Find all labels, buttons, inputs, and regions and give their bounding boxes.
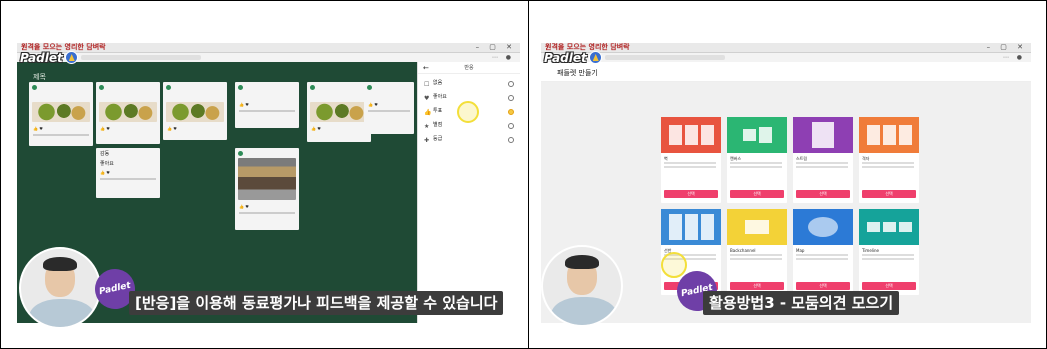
stream-format-icon xyxy=(793,117,853,153)
shelf-format-icon xyxy=(661,209,721,245)
presenter-avatar xyxy=(541,245,623,327)
select-button[interactable]: 선택 xyxy=(796,282,850,290)
radio-button[interactable] xyxy=(508,137,514,143)
format-tile-wall[interactable]: 벽 선택 xyxy=(661,117,721,203)
padlet-logo: Padlet xyxy=(544,51,602,65)
window-controls[interactable]: – ▢ ✕ xyxy=(987,43,1027,51)
avatar-dot-icon xyxy=(238,151,243,156)
timeline-format-icon xyxy=(859,209,919,245)
post-card[interactable]: 👍 ♥ xyxy=(307,82,371,142)
window-controls[interactable]: – ▢ ✕ xyxy=(476,43,516,51)
format-tile-canvas[interactable]: 캔버스 선택 xyxy=(727,117,787,203)
select-button[interactable]: 선택 xyxy=(862,190,916,198)
like-icon[interactable]: 👍 ♥ xyxy=(239,102,249,107)
subtitle-caption: [반응]을 이용해 동료평가나 피드백을 제공할 수 있습니다 xyxy=(129,291,504,315)
post-image xyxy=(166,102,224,122)
address-bar[interactable]: ⋯ ● xyxy=(17,53,520,62)
page-header: 패들렛 만들기 xyxy=(541,62,1031,82)
grid-format-icon xyxy=(859,117,919,153)
browser-title-bar: 원격을 모으는 영리한 담벼락 – ▢ ✕ xyxy=(17,43,520,53)
like-icon[interactable]: 👍 ♥ xyxy=(100,170,110,175)
format-tile-grid[interactable]: 격자 선택 xyxy=(859,117,919,203)
radio-button[interactable] xyxy=(508,95,514,101)
canvas-format-icon xyxy=(727,117,787,153)
arrow-left-icon[interactable]: ← xyxy=(423,62,429,74)
post-card[interactable]: 👍 ♥ xyxy=(29,82,93,146)
post-image xyxy=(238,158,296,200)
like-icon[interactable]: 👍 ♥ xyxy=(167,126,177,131)
avatar-dot-icon xyxy=(238,85,243,90)
avatar-dot-icon xyxy=(367,85,372,90)
none-icon: ☐ xyxy=(424,81,430,88)
reaction-option-none[interactable]: ☐ 없음 xyxy=(424,79,514,92)
avatar-dot-icon xyxy=(99,85,104,90)
right-panel: 원격을 모으는 영리한 담벼락 – ▢ ✕ ⋯ ● Padlet 패들렛 만들기… xyxy=(528,0,1047,349)
select-button[interactable]: 선택 xyxy=(730,190,784,198)
radio-button[interactable] xyxy=(508,81,514,87)
post-card[interactable]: 👍 ♥ xyxy=(163,82,227,140)
like-icon[interactable]: 👍 ♥ xyxy=(33,126,43,131)
reactions-panel-title: 반응 xyxy=(464,65,474,71)
map-format-icon xyxy=(793,209,853,245)
browser-title-bar: 원격을 모으는 영리한 담벼락 – ▢ ✕ xyxy=(541,43,1031,53)
page-title: 패들렛 만들기 xyxy=(557,69,598,77)
post-card[interactable]: 👍 ♥ xyxy=(364,82,414,134)
post-card[interactable]: 👍 ♥ xyxy=(235,82,299,128)
left-panel: 원격을 모으는 영리한 담벼락 – ▢ ✕ ⋯ ● Padlet 제목 👍 ♥ … xyxy=(0,0,529,349)
radio-button[interactable] xyxy=(508,109,514,115)
avatar-dot-icon xyxy=(32,85,37,90)
thumbs-icon: 👍 xyxy=(424,109,432,116)
grade-icon: ✚ xyxy=(424,137,430,144)
post-image xyxy=(99,102,157,122)
url-field[interactable] xyxy=(605,55,725,60)
backchannel-format-icon xyxy=(727,209,787,245)
select-button[interactable]: 선택 xyxy=(664,190,718,198)
post-card[interactable]: 감동 좋아요 👍 ♥ xyxy=(96,148,160,198)
address-bar[interactable]: ⋯ ● xyxy=(541,53,1031,62)
select-button[interactable]: 선택 xyxy=(796,190,850,198)
presenter-avatar xyxy=(19,247,101,329)
post-card[interactable]: 👍 ♥ xyxy=(235,148,299,230)
browser-menu-icon[interactable]: ⋯ ● xyxy=(1003,54,1025,61)
avatar-dot-icon xyxy=(166,85,171,90)
select-button[interactable]: 선택 xyxy=(862,282,916,290)
subtitle-caption: 활용방법3 - 모둠의견 모으기 xyxy=(703,291,900,315)
like-icon[interactable]: 👍 ♥ xyxy=(100,126,110,131)
board-title: 제목 xyxy=(33,73,46,81)
post-image xyxy=(310,102,368,122)
browser-menu-icon[interactable]: ⋯ ● xyxy=(492,54,514,61)
padlet-logo-icon xyxy=(64,51,78,64)
padlet-logo-icon xyxy=(588,51,602,64)
select-button[interactable]: 선택 xyxy=(730,282,784,290)
post-text: 감동 xyxy=(100,151,110,157)
wall-format-icon xyxy=(661,117,721,153)
reaction-option-grade[interactable]: ✚ 등급 xyxy=(424,135,514,148)
post-text: 좋아요 xyxy=(100,161,114,167)
cursor-highlight xyxy=(457,101,479,123)
star-icon: ★ xyxy=(424,123,430,130)
padlet-logo: Padlet xyxy=(20,51,78,65)
url-field[interactable] xyxy=(81,55,201,60)
like-icon[interactable]: 👍 ♥ xyxy=(311,126,321,131)
avatar-dot-icon xyxy=(310,85,315,90)
radio-button[interactable] xyxy=(508,123,514,129)
cursor-highlight xyxy=(661,252,687,278)
reactions-panel-header: ← 반응 xyxy=(418,62,520,74)
format-tile-backchannel[interactable]: Backchannel 선택 xyxy=(727,209,787,295)
like-icon[interactable]: 👍 ♥ xyxy=(239,204,249,209)
like-icon[interactable]: 👍 ♥ xyxy=(368,102,378,107)
post-card[interactable]: 👍 ♥ xyxy=(96,82,160,144)
format-tile-stream[interactable]: 스트림 선택 xyxy=(793,117,853,203)
heart-icon: ♥ xyxy=(424,95,430,102)
format-tile-map[interactable]: Map 선택 xyxy=(793,209,853,295)
format-tile-timeline[interactable]: Timeline 선택 xyxy=(859,209,919,295)
post-image xyxy=(32,102,90,122)
